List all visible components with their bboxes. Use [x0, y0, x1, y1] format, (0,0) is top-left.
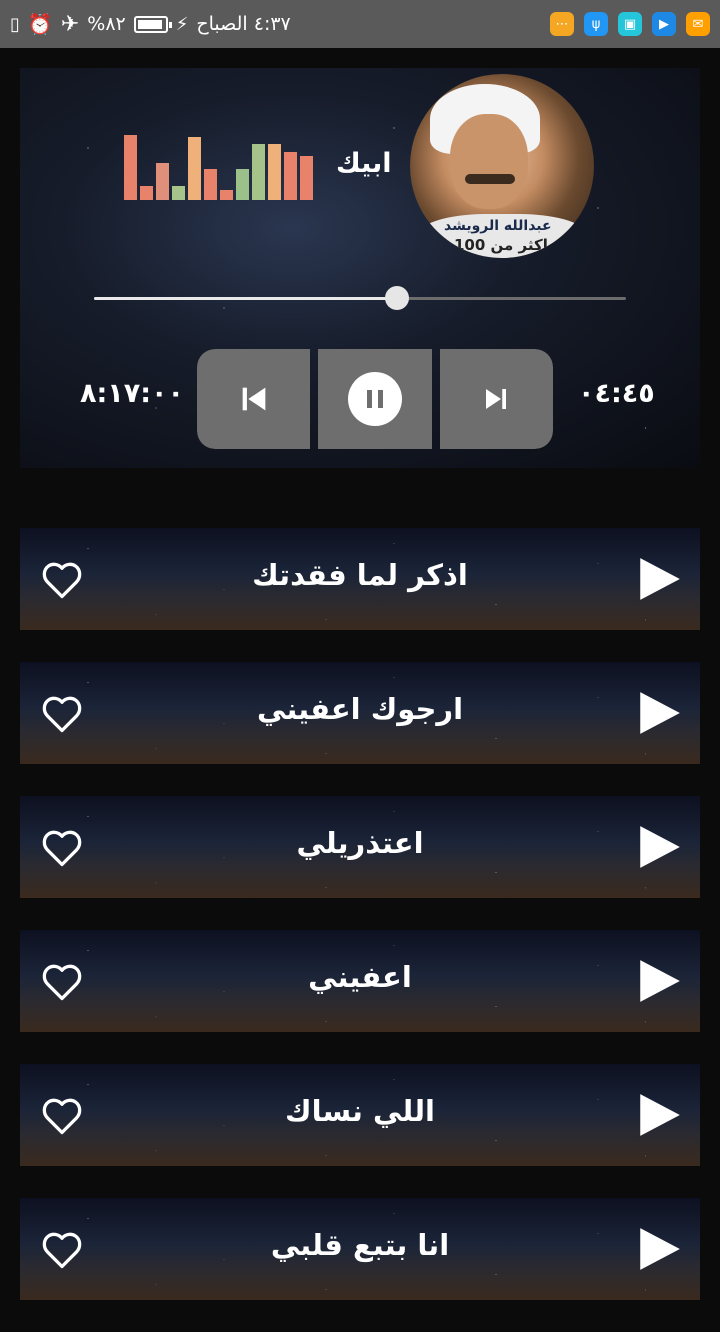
song-title: اللي نساك: [285, 1094, 435, 1128]
battery-icon: [133, 15, 172, 33]
elapsed-time: ٠٤:٤٥: [578, 378, 655, 409]
play-icon[interactable]: [634, 688, 684, 738]
song-title: انا بتبع قلبي: [270, 1228, 450, 1262]
play-icon[interactable]: [634, 822, 684, 872]
pause-button[interactable]: [318, 349, 432, 449]
alarm-icon: ⏰: [27, 12, 53, 36]
more-app-icon: ⋯: [550, 12, 574, 36]
skip-next-icon: [486, 389, 507, 409]
equalizer-bar: [124, 135, 137, 200]
seek-thumb[interactable]: [385, 286, 409, 310]
seek-progress: [94, 297, 397, 300]
song-title: اعتذريلي: [296, 826, 424, 860]
equalizer-bar: [220, 190, 233, 200]
airplane-icon: ✈: [60, 11, 80, 37]
list-item[interactable]: اعتذريلي: [20, 796, 700, 898]
play-icon[interactable]: [634, 956, 684, 1006]
equalizer-bar: [140, 186, 153, 200]
gallery-app-icon: ▣: [618, 12, 642, 36]
battery-percent: ٨٢%: [87, 13, 126, 35]
equalizer-bar: [268, 144, 281, 200]
status-left: ٤:٣٧ الصباح ⚡ ٨٢% ✈ ⏰ ▯: [10, 12, 291, 37]
song-title: ارجوك اعفيني: [256, 692, 464, 726]
now-playing-panel: عبدالله الرويشد اكثر من 100 ابيك ٨:١٧:٠٠: [20, 68, 700, 468]
equalizer-bar: [172, 186, 185, 200]
usb-app-icon: ψ: [584, 12, 608, 36]
seek-bar[interactable]: [94, 286, 626, 310]
song-title: اعفيني: [308, 960, 412, 994]
equalizer-bar: [156, 163, 169, 200]
song-list: اذكر لما فقدتك ارجوك اعفيني اعتذريلي اعف…: [20, 528, 700, 1332]
skip-previous-icon: [242, 387, 265, 411]
list-item[interactable]: ارجوك اعفيني: [20, 662, 700, 764]
equalizer-bar: [236, 169, 249, 200]
duration-time: ٨:١٧:٠٠: [80, 378, 184, 409]
clock: ٤:٣٧ الصباح: [196, 13, 291, 35]
notification-apps: ⋯ ψ ▣ ▶ ✉: [550, 12, 710, 36]
playback-controls: [197, 349, 553, 449]
equalizer-bar: [204, 169, 217, 200]
status-bar: ٤:٣٧ الصباح ⚡ ٨٢% ✈ ⏰ ▯ ⋯ ψ ▣ ▶ ✉: [0, 0, 720, 48]
list-item[interactable]: اللي نساك: [20, 1064, 700, 1166]
message-app-icon: ✉: [686, 12, 710, 36]
list-item[interactable]: اعفيني: [20, 930, 700, 1032]
video-app-icon: ▶: [652, 12, 676, 36]
now-playing-title: ابيك: [336, 148, 392, 179]
equalizer-bar: [284, 152, 297, 200]
vibrate-icon: ▯: [10, 13, 20, 35]
pause-icon: [347, 372, 402, 426]
equalizer-visualizer: [124, 132, 313, 200]
album-cover: عبدالله الرويشد اكثر من 100: [410, 74, 594, 258]
equalizer-bar: [252, 144, 265, 200]
previous-button[interactable]: [197, 349, 311, 449]
play-icon[interactable]: [634, 1224, 684, 1274]
list-item[interactable]: انا بتبع قلبي: [20, 1198, 700, 1300]
next-button[interactable]: [439, 349, 553, 449]
equalizer-bar: [300, 156, 313, 200]
flash-icon: ⚡: [175, 13, 189, 35]
play-icon[interactable]: [634, 554, 684, 604]
song-title: اذكر لما فقدتك: [252, 558, 468, 592]
list-item[interactable]: اذكر لما فقدتك: [20, 528, 700, 630]
cover-caption-subtitle: اكثر من 100: [454, 236, 548, 254]
cover-face: [450, 114, 528, 209]
equalizer-bar: [188, 137, 201, 200]
cover-mustache: [465, 174, 515, 184]
cover-caption-artist: عبدالله الرويشد: [444, 218, 552, 234]
play-icon[interactable]: [634, 1090, 684, 1140]
